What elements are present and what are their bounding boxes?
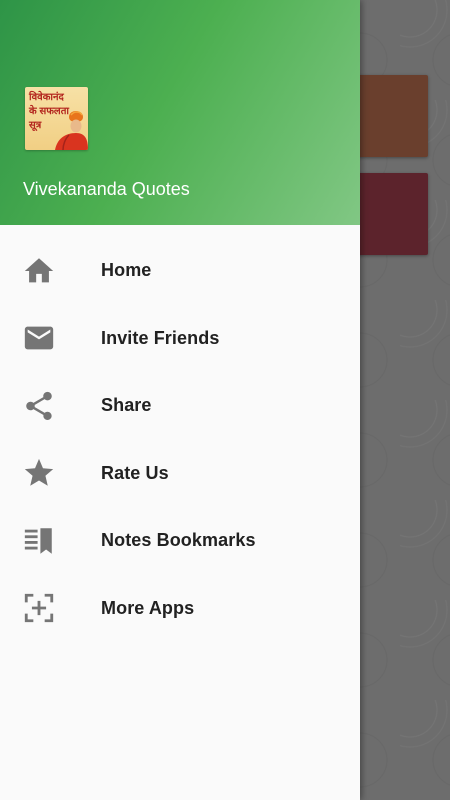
home-icon [22, 254, 56, 288]
menu-item-label: More Apps [101, 597, 195, 618]
menu-item-label: Rate Us [101, 462, 169, 483]
star-icon [22, 456, 56, 490]
menu-item-notes-bookmarks[interactable]: Notes Bookmarks [0, 507, 360, 575]
app-title: Vivekananda Quotes [23, 179, 190, 199]
menu-item-label: Invite Friends [101, 327, 220, 348]
drawer-menu: Home Invite Friends Share Rate Us Notes … [0, 237, 360, 642]
menu-item-label: Notes Bookmarks [101, 530, 256, 551]
menu-item-more-apps[interactable]: More Apps [0, 575, 360, 643]
app-logo-icon: विवेकानंद के सफलता सूत्र [25, 87, 88, 150]
menu-item-label: Share [101, 395, 152, 416]
menu-item-share[interactable]: Share [0, 372, 360, 440]
share-icon [22, 389, 56, 423]
menu-item-label: Home [101, 260, 152, 281]
menu-item-home[interactable]: Home [0, 237, 360, 305]
bookmark-list-icon [22, 524, 56, 558]
add-box-icon [22, 591, 56, 625]
menu-item-rate-us[interactable]: Rate Us [0, 440, 360, 508]
email-icon [22, 321, 56, 355]
navigation-drawer: विवेकानंद के सफलता सूत्र Vivekananda Quo… [0, 0, 360, 800]
app-icon-text: विवेकानंद के सफलता सूत्र [29, 92, 69, 131]
drawer-header: विवेकानंद के सफलता सूत्र Vivekananda Quo… [0, 0, 360, 225]
menu-item-invite-friends[interactable]: Invite Friends [0, 305, 360, 373]
